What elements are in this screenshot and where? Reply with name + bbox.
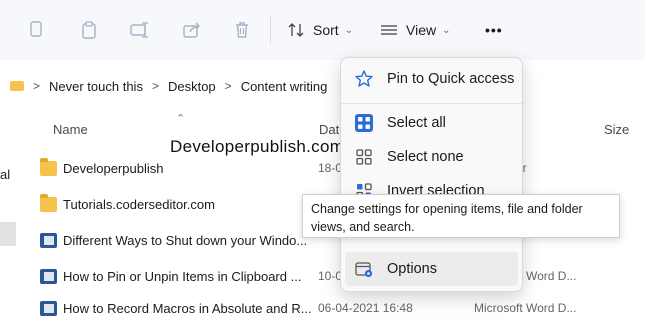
file-name: Developerpublish [63,161,164,176]
file-row[interactable]: How to Record Macros in Absolute and R..… [0,292,645,326]
options-icon [353,258,375,280]
word-document-icon [40,269,57,284]
word-document-icon [40,301,57,316]
star-icon [353,68,375,90]
file-row[interactable]: How to Pin or Unpin Items in Clipboard .… [0,260,645,294]
breadcrumb-item[interactable]: Content writing [241,79,328,94]
menu-item-select-none[interactable]: Select none [345,140,518,174]
menu-divider [341,103,522,104]
file-name: How to Pin or Unpin Items in Clipboard .… [63,269,302,284]
more-options-menu: Pin to Quick access Select all Select no… [340,57,523,292]
command-bar: Sort ⌄ View ⌄ ••• [0,0,645,60]
menu-item-select-all[interactable]: Select all [345,106,518,140]
menu-item-label: Select none [387,149,464,165]
view-icon [380,24,398,36]
chevron-right-icon[interactable]: > [225,79,232,93]
toolbar-divider [270,16,271,44]
file-row[interactable]: Developerpublish 18-0 er [0,152,645,186]
file-date: 10-0 [318,269,343,283]
menu-item-pin-quick-access[interactable]: Pin to Quick access [345,62,518,96]
column-header-date[interactable]: Dat [319,122,339,137]
chevron-down-icon: ⌄ [442,24,451,36]
sort-button[interactable]: Sort ⌄ [288,16,353,44]
chevron-right-icon[interactable]: > [152,79,159,93]
view-label: View [406,22,437,38]
chevron-right-icon[interactable]: > [33,79,40,93]
sort-ascending-icon: ⌃ [176,113,186,125]
select-none-icon [353,146,375,168]
file-name: Tutorials.coderseditor.com [63,197,215,212]
menu-item-options[interactable]: Options [345,252,518,286]
file-type: Microsoft Word D... [474,301,577,315]
sort-icon [288,22,305,38]
menu-item-label: Options [387,261,437,277]
chevron-down-icon: ⌄ [344,24,354,36]
file-date: 06-04-2021 16:48 [318,301,413,315]
file-type: ft Word D... [516,269,577,283]
sort-label: Sort [313,22,339,38]
menu-item-label: Select all [387,115,446,131]
delete-icon[interactable] [230,18,254,42]
select-all-icon [353,112,375,134]
column-header-size[interactable]: Size [604,122,629,137]
breadcrumb-item[interactable]: Desktop [168,79,216,94]
breadcrumb-item[interactable]: Never touch this [49,79,143,94]
folder-icon [40,194,57,212]
menu-item-label: Pin to Quick access [387,71,515,87]
column-header-name[interactable]: Name [53,122,88,137]
copy-icon[interactable] [24,18,48,42]
breadcrumb: > Never touch this > Desktop > Content w… [0,70,645,102]
more-icon: ••• [485,22,503,38]
more-options-button[interactable]: ••• [485,16,503,44]
file-date: 18-0 [318,161,343,175]
folder-icon [40,158,57,176]
file-name: How to Record Macros in Absolute and R..… [63,301,312,316]
file-name: Different Ways to Shut down your Windo..… [63,233,308,248]
word-document-icon [40,233,57,248]
paste-icon[interactable] [77,18,101,42]
rename-icon[interactable] [128,18,152,42]
share-icon[interactable] [180,18,204,42]
folder-icon[interactable] [10,81,24,91]
view-button[interactable]: View ⌄ [380,16,450,44]
options-tooltip: Change settings for opening items, file … [302,194,620,238]
